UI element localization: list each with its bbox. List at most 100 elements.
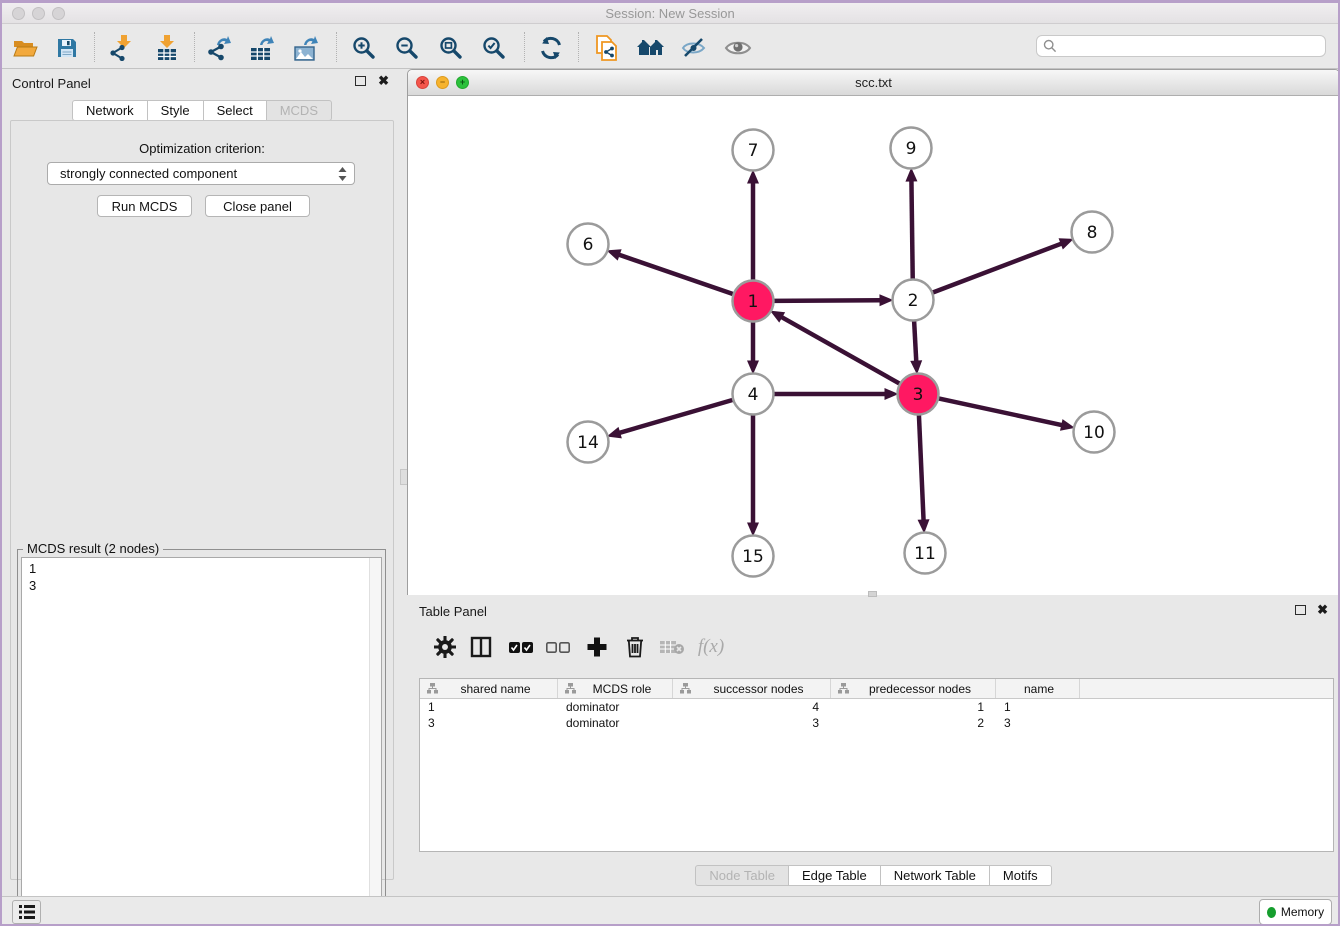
table-float-icon[interactable] xyxy=(1295,605,1306,615)
network-window-title: scc.txt xyxy=(408,75,1339,90)
graph-edge-3-11[interactable] xyxy=(919,414,924,520)
result-scrollbar[interactable] xyxy=(369,558,381,922)
close-panel-icon[interactable]: ✖ xyxy=(378,73,389,89)
table-tab-node-table[interactable]: Node Table xyxy=(695,865,789,886)
graph-node-3[interactable]: 3 xyxy=(898,374,939,415)
window-titlebar: Session: New Session xyxy=(2,3,1338,24)
zoom-out-icon[interactable] xyxy=(392,35,422,61)
open-session-icon[interactable] xyxy=(10,35,40,61)
import-table-icon[interactable] xyxy=(152,35,182,61)
graph-edge-2-9[interactable] xyxy=(911,180,912,279)
eye-slash-icon[interactable] xyxy=(679,35,709,61)
tab-mcds[interactable]: MCDS xyxy=(266,100,332,121)
graph-node-10[interactable]: 10 xyxy=(1074,412,1115,453)
network-canvas[interactable]: 7 9 6 8 1 2 4 3 14 10 15 11 xyxy=(408,97,1339,595)
table-cell[interactable]: 1 xyxy=(831,699,996,715)
graph-edge-1-2[interactable] xyxy=(773,300,880,301)
unselect-all-icon[interactable] xyxy=(542,632,574,662)
memory-label: Memory xyxy=(1281,905,1324,919)
graph-node-11[interactable]: 11 xyxy=(905,533,946,574)
table-cell[interactable]: dominator xyxy=(558,699,673,715)
column-header-name[interactable]: name xyxy=(996,679,1080,698)
export-table-icon[interactable] xyxy=(248,35,278,61)
graph-node-14[interactable]: 14 xyxy=(568,422,609,463)
network-graph: 7 9 6 8 1 2 4 3 14 10 15 11 xyxy=(408,97,1339,595)
mcds-result-area[interactable]: 1 3 xyxy=(21,557,382,923)
control-panel-header: Control Panel ✖ xyxy=(2,69,402,95)
graph-node-6[interactable]: 6 xyxy=(568,224,609,265)
graph-edge-4-14[interactable] xyxy=(619,400,733,433)
table-cell[interactable]: 4 xyxy=(673,699,831,715)
table-tab-edge-table[interactable]: Edge Table xyxy=(788,865,881,886)
table-tab-motifs[interactable]: Motifs xyxy=(989,865,1052,886)
table-cell[interactable]: 3 xyxy=(673,715,831,731)
select-all-icon[interactable] xyxy=(505,632,537,662)
graph-edge-3-10[interactable] xyxy=(938,398,1062,425)
graph-node-1[interactable]: 1 xyxy=(733,281,774,322)
function-icon[interactable]: f(x) xyxy=(695,632,727,662)
tab-network[interactable]: Network xyxy=(72,100,148,121)
table-cell[interactable]: dominator xyxy=(558,715,673,731)
toolbar-separator xyxy=(194,32,195,62)
node-table[interactable]: shared nameMCDS rolesuccessor nodesprede… xyxy=(419,678,1334,852)
graph-node-4[interactable]: 4 xyxy=(733,374,774,415)
table-close-icon[interactable]: ✖ xyxy=(1317,602,1328,618)
graph-edge-3-1[interactable] xyxy=(781,317,900,384)
svg-text:9: 9 xyxy=(906,139,917,159)
trash-icon[interactable] xyxy=(619,632,651,662)
tab-select[interactable]: Select xyxy=(203,100,267,121)
close-panel-button[interactable]: Close panel xyxy=(205,195,310,217)
column-header-MCDS-role[interactable]: MCDS role xyxy=(558,679,673,698)
gear-icon[interactable] xyxy=(429,632,461,662)
column-header-shared-name[interactable]: shared name xyxy=(420,679,558,698)
graph-node-8[interactable]: 8 xyxy=(1072,212,1113,253)
table-cell[interactable]: 2 xyxy=(831,715,996,731)
search-input[interactable] xyxy=(1057,37,1325,55)
memory-button[interactable]: Memory xyxy=(1259,899,1332,925)
table-row[interactable]: 3dominator323 xyxy=(420,715,1333,731)
table-cell[interactable]: 3 xyxy=(996,715,1080,731)
sort-tree-icon xyxy=(427,683,438,694)
table-row[interactable]: 1dominator411 xyxy=(420,699,1333,715)
zoom-fit-icon[interactable] xyxy=(436,35,466,61)
column-header-successor-nodes[interactable]: successor nodes xyxy=(673,679,831,698)
control-panel-title: Control Panel xyxy=(12,76,91,91)
zoom-in-icon[interactable] xyxy=(349,35,379,61)
table-tab-network-table[interactable]: Network Table xyxy=(880,865,990,886)
control-panel-tabs: NetworkStyleSelectMCDS xyxy=(2,100,402,121)
criterion-dropdown[interactable]: strongly connected component xyxy=(47,162,355,185)
float-panel-icon[interactable] xyxy=(355,76,366,86)
add-row-icon[interactable] xyxy=(581,632,613,662)
columns-icon[interactable] xyxy=(465,632,497,662)
graph-edge-1-6[interactable] xyxy=(619,255,734,295)
zoom-selected-icon[interactable] xyxy=(479,35,509,61)
table-cell[interactable]: 3 xyxy=(420,715,558,731)
column-header-predecessor-nodes[interactable]: predecessor nodes xyxy=(831,679,996,698)
graph-node-7[interactable]: 7 xyxy=(733,130,774,171)
duplicate-network-icon[interactable] xyxy=(592,35,622,61)
save-session-icon[interactable] xyxy=(52,35,82,61)
export-image-icon[interactable] xyxy=(292,35,322,61)
houses-icon[interactable] xyxy=(636,35,666,61)
svg-text:3: 3 xyxy=(913,385,924,405)
graph-node-9[interactable]: 9 xyxy=(891,128,932,169)
graph-edge-2-3[interactable] xyxy=(914,320,916,361)
horizontal-splitter-handle[interactable] xyxy=(868,591,877,597)
import-network-icon[interactable] xyxy=(106,35,136,61)
table-cell[interactable]: 1 xyxy=(420,699,558,715)
graph-edge-2-8[interactable] xyxy=(932,244,1061,293)
network-window-titlebar[interactable]: × − + scc.txt xyxy=(408,70,1339,96)
mcds-result-title: MCDS result (2 nodes) xyxy=(23,541,163,556)
fx-label: f(x) xyxy=(698,636,724,658)
table-cell[interactable]: 1 xyxy=(996,699,1080,715)
graph-node-15[interactable]: 15 xyxy=(733,536,774,577)
refresh-icon[interactable] xyxy=(536,35,566,61)
table-toolbar: f(x) xyxy=(415,628,1332,666)
eye-icon[interactable] xyxy=(723,35,753,61)
graph-node-2[interactable]: 2 xyxy=(893,280,934,321)
run-mcds-button[interactable]: Run MCDS xyxy=(97,195,192,217)
tab-style[interactable]: Style xyxy=(147,100,204,121)
task-history-button[interactable] xyxy=(12,900,41,924)
export-network-icon[interactable] xyxy=(205,35,235,61)
delete-table-icon[interactable] xyxy=(656,632,688,662)
